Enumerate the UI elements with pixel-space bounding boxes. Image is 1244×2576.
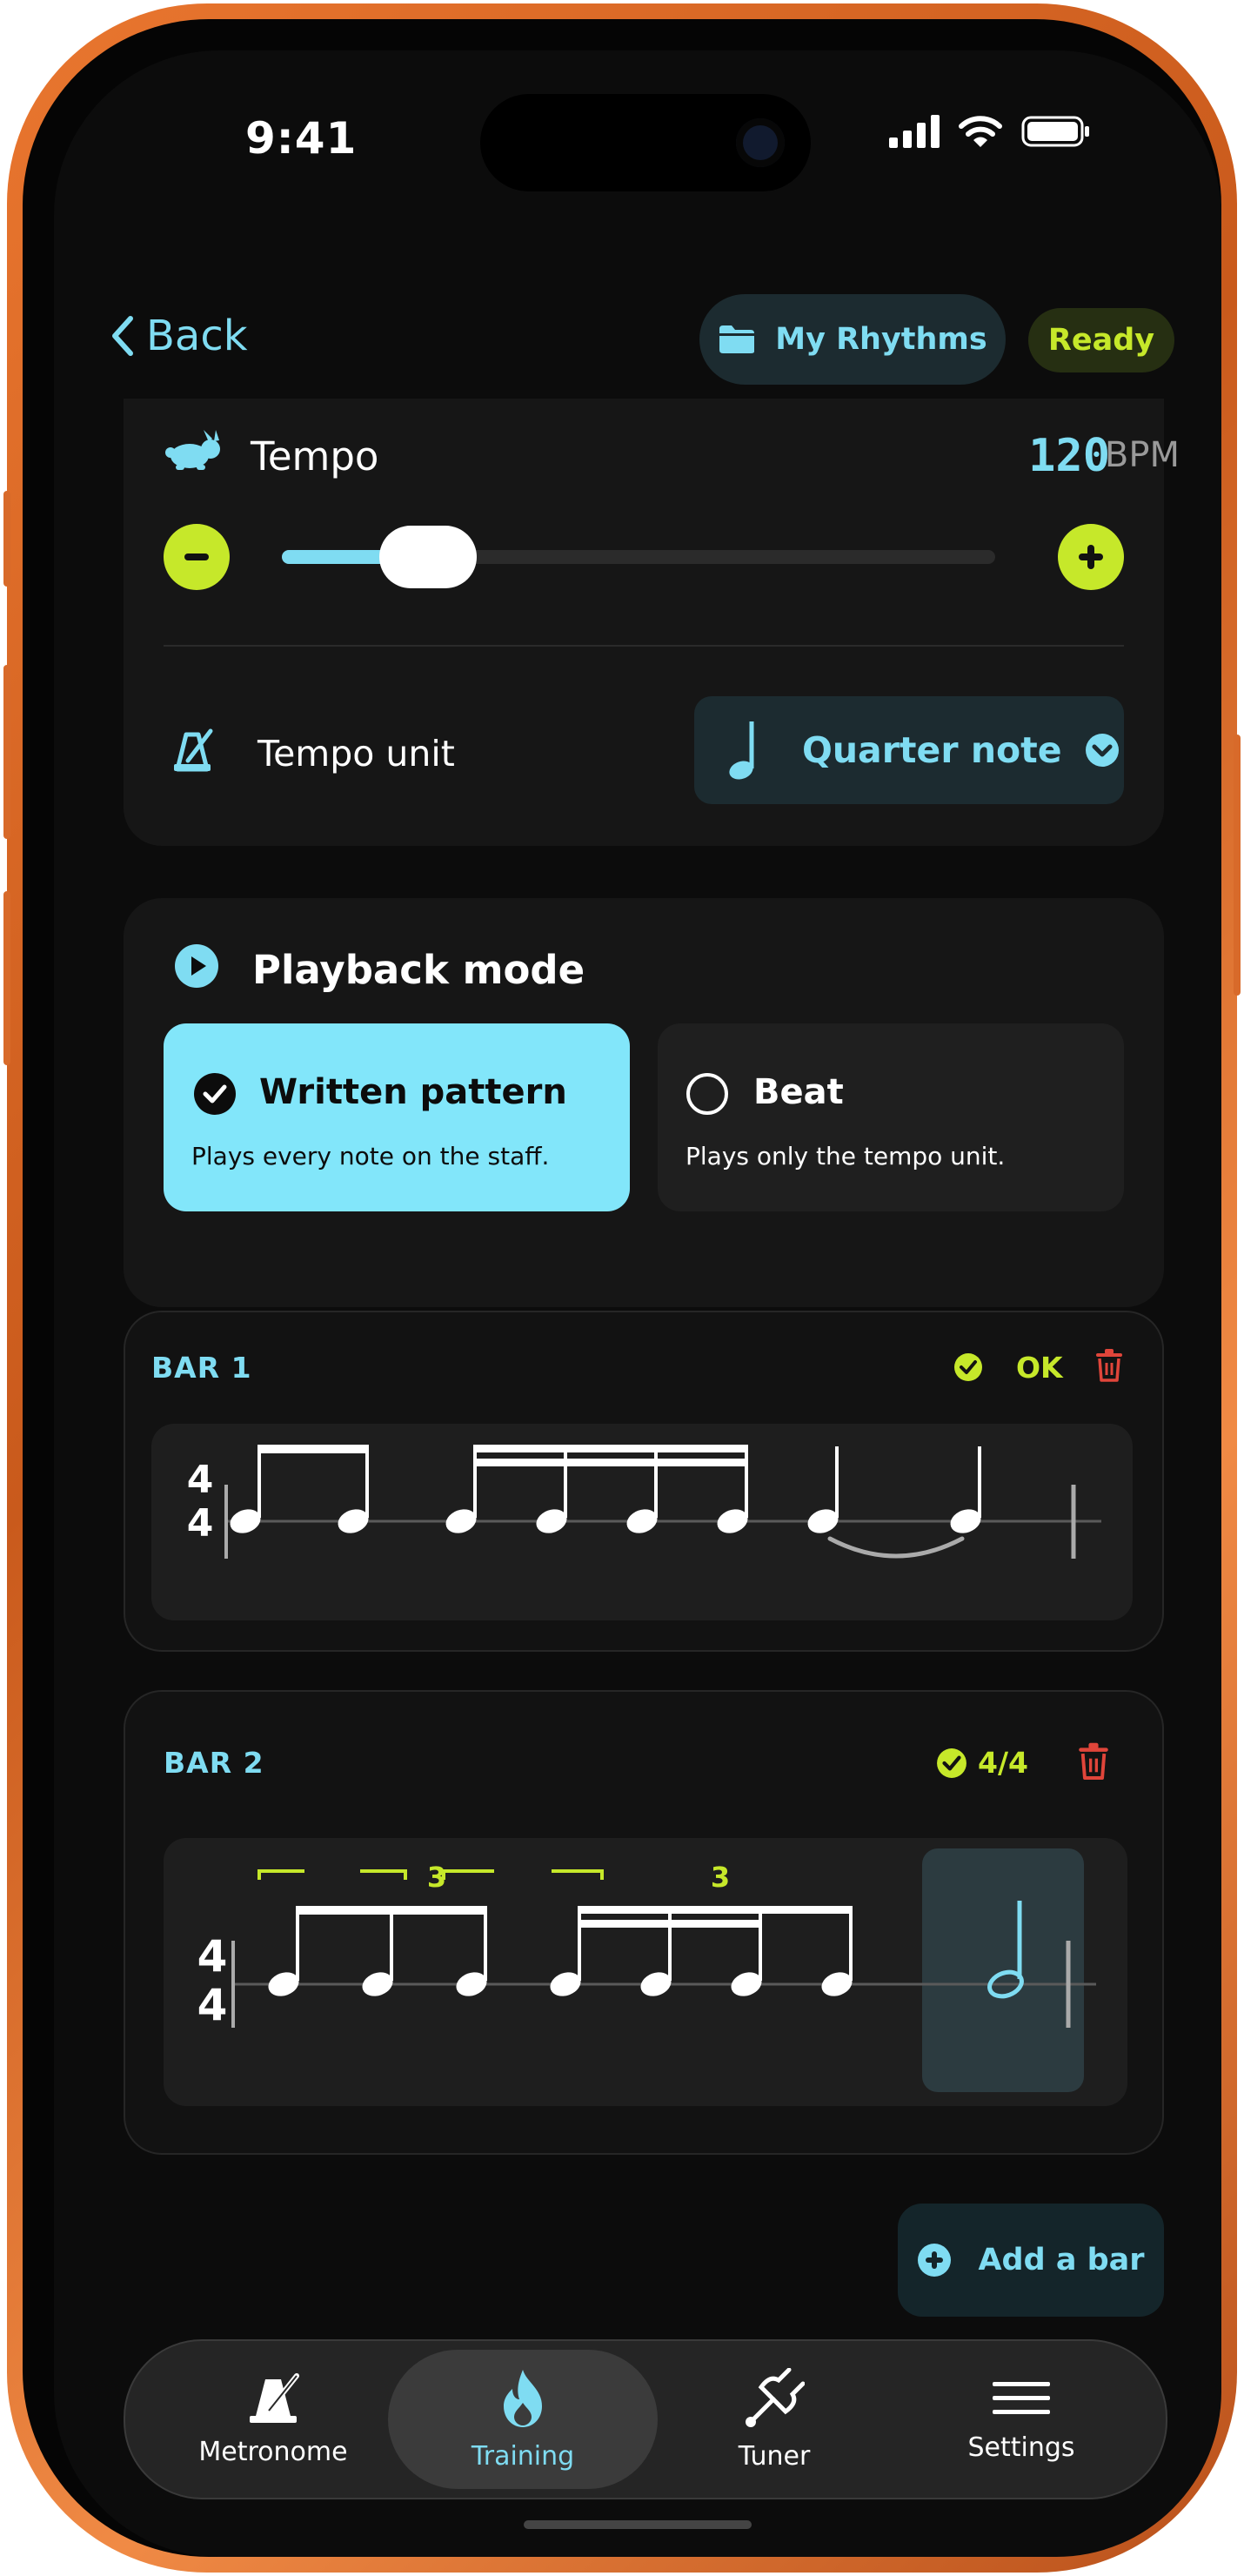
tab-tuner[interactable]: Tuner: [661, 2341, 887, 2498]
check-circle-icon: [194, 1073, 236, 1115]
option-desc: Plays every note on the staff.: [191, 1142, 550, 1171]
tab-settings[interactable]: Settings: [908, 2341, 1134, 2498]
radio-empty-icon: [686, 1073, 728, 1115]
bpm-value: 120: [1028, 430, 1110, 482]
side-button: [3, 665, 10, 839]
tab-label: Tuner: [738, 2440, 811, 2472]
status-time: 9:41: [245, 113, 358, 164]
bezel: 9:41 Back My Rhythms Ready Tempo 120 BPM…: [23, 19, 1221, 2557]
tempo-slider[interactable]: [282, 526, 995, 588]
tempo-unit-label: Tempo unit: [257, 733, 455, 775]
option-title: Written pattern: [259, 1072, 567, 1112]
eighth-note-pair: [230, 1445, 369, 1533]
back-label: Back: [146, 312, 248, 360]
home-indicator: [524, 2520, 752, 2529]
decrease-tempo-button[interactable]: [164, 524, 230, 590]
chevron-left-icon: [112, 316, 133, 356]
plus-circle-icon: [918, 2244, 952, 2277]
screen: 9:41 Back My Rhythms Ready Tempo 120 BPM…: [54, 50, 1221, 2557]
tempo-label: Tempo: [251, 433, 379, 480]
wifi-icon: [959, 116, 1002, 147]
tuning-fork-icon: [746, 2367, 805, 2427]
tempo-slider-thumb[interactable]: [378, 526, 477, 588]
tab-label: Training: [471, 2440, 575, 2472]
bar-title: BAR 1: [151, 1351, 252, 1385]
check-circle-icon: [937, 1748, 966, 1778]
bar-2-staff: [231, 1869, 1096, 2028]
status-icons: [889, 115, 1091, 148]
option-desc: Plays only the tempo unit.: [686, 1142, 1006, 1171]
quarter-note-icon: [729, 721, 754, 780]
tab-bar: Metronome Training Tuner Settings: [124, 2339, 1167, 2499]
flame-icon: [504, 2369, 542, 2427]
bpm-unit: BPM: [1104, 435, 1180, 475]
bar-1-staff: [224, 1445, 1101, 1559]
option-beat[interactable]: Beat Plays only the tempo unit.: [658, 1023, 1124, 1211]
back-button[interactable]: Back: [110, 312, 248, 360]
my-rhythms-button[interactable]: My Rhythms: [699, 294, 1006, 385]
my-rhythms-label: My Rhythms: [775, 322, 987, 357]
play-icon: [175, 944, 218, 988]
bar-title: BAR 2: [164, 1746, 264, 1780]
sixteenth-note-group: [445, 1445, 748, 1533]
tuplet-bracket: [442, 1869, 604, 1880]
side-button: [3, 891, 10, 1065]
side-button: [3, 491, 10, 587]
increase-tempo-button[interactable]: [1058, 524, 1124, 590]
tab-label: Metronome: [198, 2436, 348, 2467]
camera: [736, 118, 785, 167]
tuplet-number: 3: [426, 1861, 447, 1894]
eighth-note-triplet: [268, 1906, 487, 1996]
tab-metronome[interactable]: Metronome: [160, 2341, 386, 2498]
trash-icon[interactable]: [1077, 1742, 1110, 1781]
option-title: Beat: [753, 1072, 844, 1112]
menu-icon: [993, 2381, 1050, 2414]
metronome-icon: [250, 2372, 299, 2423]
tempo-unit-select[interactable]: Quarter note: [694, 696, 1124, 804]
half-note: [987, 1901, 1024, 1999]
plus-icon: [1079, 545, 1103, 569]
tab-label: Settings: [967, 2432, 1075, 2463]
check-circle-icon: [954, 1353, 982, 1381]
status-badge: Ready: [1028, 308, 1174, 372]
sixteenth-note-group: [550, 1906, 853, 1996]
playback-title: Playback mode: [252, 947, 585, 993]
side-button: [1234, 735, 1241, 996]
tuplet-number: 3: [710, 1861, 731, 1894]
add-bar-label: Add a bar: [978, 2243, 1145, 2277]
tempo-unit-value: Quarter note: [802, 729, 1062, 771]
folder-icon: [719, 325, 755, 353]
chevron-down-icon: [1085, 734, 1119, 767]
bar-status: 4/4: [978, 1746, 1028, 1780]
phone-frame: 9:41 Back My Rhythms Ready Tempo 120 BPM…: [3, 3, 1241, 2573]
battery-icon: [1021, 116, 1089, 147]
metronome-icon: [174, 728, 213, 772]
minus-icon: [184, 553, 209, 560]
add-bar-button[interactable]: Add a bar: [898, 2204, 1164, 2317]
tied-quarter-notes: [807, 1446, 981, 1559]
trash-icon[interactable]: [1094, 1349, 1124, 1382]
tab-training[interactable]: Training: [388, 2350, 658, 2489]
dynamic-island: [480, 94, 811, 191]
rabbit-icon: [165, 430, 220, 470]
divider: [164, 645, 1124, 647]
option-written-pattern[interactable]: Written pattern Plays every note on the …: [164, 1023, 630, 1211]
signal-icon: [889, 115, 940, 148]
bar-status: OK: [1016, 1351, 1063, 1385]
